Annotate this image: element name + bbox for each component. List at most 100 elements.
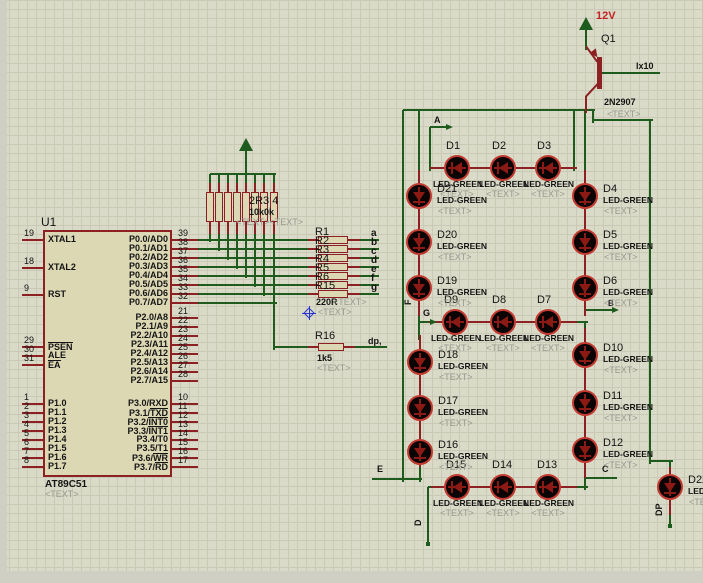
wire[interactable] bbox=[418, 110, 420, 174]
transistor-part[interactable]: 2N2907 bbox=[604, 98, 636, 108]
led-ref[interactable]: D22 bbox=[688, 474, 703, 486]
led-value[interactable]: LED-GREEN bbox=[438, 362, 488, 371]
led-value[interactable]: LED-GREEN bbox=[479, 499, 527, 508]
wire[interactable] bbox=[218, 231, 220, 251]
chip-ref[interactable]: U1 bbox=[41, 216, 56, 229]
wire[interactable] bbox=[254, 231, 256, 287]
led-ref[interactable]: D14 bbox=[492, 459, 512, 471]
schematic-canvas[interactable]: U1AT89C51<TEXT>19XTAL118XTAL29RST29PSEN3… bbox=[0, 0, 703, 583]
led-value[interactable]: LED-GREEN bbox=[603, 196, 653, 205]
r16-ref[interactable]: R16 bbox=[315, 330, 335, 342]
led-text-placeholder[interactable]: <TEXT> bbox=[433, 509, 481, 519]
led-value[interactable]: LED-GREEN bbox=[603, 288, 653, 297]
led-ref[interactable]: D18 bbox=[438, 349, 458, 361]
wire[interactable] bbox=[573, 110, 575, 171]
net-label-base[interactable]: lx10 bbox=[636, 62, 654, 72]
resistor-body[interactable] bbox=[318, 343, 344, 351]
led-ref[interactable]: D3 bbox=[537, 140, 551, 152]
resistor-text-placeholder[interactable]: <TEXT> bbox=[318, 308, 352, 318]
led-value[interactable]: LED-GREEN bbox=[479, 180, 527, 189]
net-label-DP[interactable]: DP bbox=[655, 503, 665, 516]
wire[interactable] bbox=[585, 477, 617, 479]
led-value[interactable]: LED-GREEN bbox=[438, 408, 488, 417]
led-text-placeholder[interactable]: <TEXT> bbox=[524, 344, 572, 354]
led-ref[interactable]: D8 bbox=[492, 294, 506, 306]
led-ref[interactable]: D19 bbox=[437, 275, 457, 287]
led-ref[interactable]: D6 bbox=[603, 275, 617, 287]
net-label-E[interactable]: E bbox=[377, 465, 383, 475]
resistor-ref[interactable]: R15 bbox=[315, 280, 335, 292]
led-text-placeholder[interactable]: <TEXT> bbox=[438, 253, 472, 263]
led-text-placeholder[interactable]: <TEXT> bbox=[604, 414, 638, 424]
led-text-placeholder[interactable]: <TEXT> bbox=[604, 299, 638, 309]
led-value[interactable]: LED-GREEN bbox=[479, 334, 527, 343]
wire[interactable] bbox=[372, 478, 422, 480]
led-value[interactable]: LED-GREEN bbox=[433, 499, 481, 508]
led-ref[interactable]: D4 bbox=[603, 183, 617, 195]
led-value[interactable]: LED-GREEN bbox=[688, 487, 703, 496]
led-value[interactable]: LED-GREEN bbox=[437, 196, 487, 205]
wire[interactable] bbox=[429, 127, 431, 171]
transistor-ref[interactable]: Q1 bbox=[601, 33, 616, 45]
led-ref[interactable]: D20 bbox=[437, 229, 457, 241]
led-text-placeholder[interactable]: <TEXT> bbox=[439, 373, 473, 383]
power-arrow-icon[interactable] bbox=[579, 17, 593, 30]
led-text-placeholder[interactable]: <TEXT> bbox=[524, 509, 572, 519]
net-label-G[interactable]: G bbox=[423, 309, 430, 319]
led-text-placeholder[interactable]: <TEXT> bbox=[479, 344, 527, 354]
wire[interactable] bbox=[236, 231, 238, 269]
wire[interactable] bbox=[602, 72, 660, 74]
wire[interactable] bbox=[357, 293, 379, 295]
wire[interactable] bbox=[263, 231, 265, 296]
wire[interactable] bbox=[227, 231, 229, 260]
led-ref[interactable]: D10 bbox=[603, 342, 623, 354]
led-text-placeholder[interactable]: <TEXT> bbox=[689, 498, 703, 508]
led-text-placeholder[interactable]: <TEXT> bbox=[604, 253, 638, 263]
wire[interactable] bbox=[403, 109, 595, 111]
led-ref[interactable]: D12 bbox=[603, 437, 623, 449]
wire[interactable] bbox=[584, 110, 586, 174]
led-value[interactable]: LED-GREEN bbox=[524, 180, 572, 189]
led-ref[interactable]: D1 bbox=[446, 140, 460, 152]
transistor-text-placeholder[interactable]: <TEXT> bbox=[607, 110, 641, 120]
power-label[interactable]: 12V bbox=[596, 10, 616, 22]
led-text-placeholder[interactable]: <TEXT> bbox=[439, 463, 473, 473]
led-text-placeholder[interactable]: <TEXT> bbox=[604, 207, 638, 217]
led-value[interactable]: LED-GREEN bbox=[524, 334, 572, 343]
led-value[interactable]: LED-GREEN bbox=[437, 242, 487, 251]
wire[interactable] bbox=[245, 151, 247, 176]
wire[interactable] bbox=[196, 293, 312, 295]
wire[interactable] bbox=[274, 346, 311, 348]
led-ref[interactable]: D11 bbox=[603, 390, 622, 402]
r16-text-placeholder[interactable]: <TEXT> bbox=[317, 364, 351, 374]
wire[interactable] bbox=[402, 110, 404, 482]
net-label-dp[interactable]: dp, bbox=[368, 337, 382, 347]
led-ref[interactable]: D21 bbox=[437, 183, 457, 195]
led-text-placeholder[interactable]: <TEXT> bbox=[604, 366, 638, 376]
led-value[interactable]: LED-GREEN bbox=[603, 403, 653, 412]
chip-part-text-placeholder[interactable]: <TEXT> bbox=[45, 490, 79, 500]
wire[interactable] bbox=[196, 302, 277, 304]
led-value[interactable]: LED-GREEN bbox=[437, 288, 487, 297]
led-text-placeholder[interactable]: <TEXT> bbox=[439, 419, 473, 429]
led-value[interactable]: LED-GREEN bbox=[603, 450, 653, 459]
led-text-placeholder[interactable]: <TEXT> bbox=[479, 509, 527, 519]
led-value[interactable]: LED-GREEN bbox=[603, 355, 653, 364]
led-value[interactable]: LED-GREEN bbox=[438, 452, 488, 461]
led-ref[interactable]: D16 bbox=[438, 439, 458, 451]
network-resistor-body[interactable] bbox=[224, 192, 232, 222]
led-ref[interactable]: D17 bbox=[438, 395, 458, 407]
led-value[interactable]: LED-GREEN bbox=[524, 499, 572, 508]
wire[interactable] bbox=[592, 110, 594, 123]
network-ref[interactable]: 2R3 4 bbox=[249, 195, 278, 207]
led-text-placeholder[interactable]: <TEXT> bbox=[438, 207, 472, 217]
net-label-D[interactable]: D bbox=[414, 520, 424, 527]
wire[interactable] bbox=[357, 275, 379, 277]
net-label-F[interactable]: F bbox=[404, 300, 414, 306]
wire[interactable] bbox=[427, 487, 429, 546]
power-arrow-icon[interactable] bbox=[239, 138, 253, 151]
network-resistor-body[interactable] bbox=[215, 192, 223, 222]
led-value[interactable]: LED-GREEN bbox=[431, 334, 479, 343]
led-text-placeholder[interactable]: <TEXT> bbox=[524, 190, 572, 200]
led-value[interactable]: LED-GREEN bbox=[603, 242, 653, 251]
